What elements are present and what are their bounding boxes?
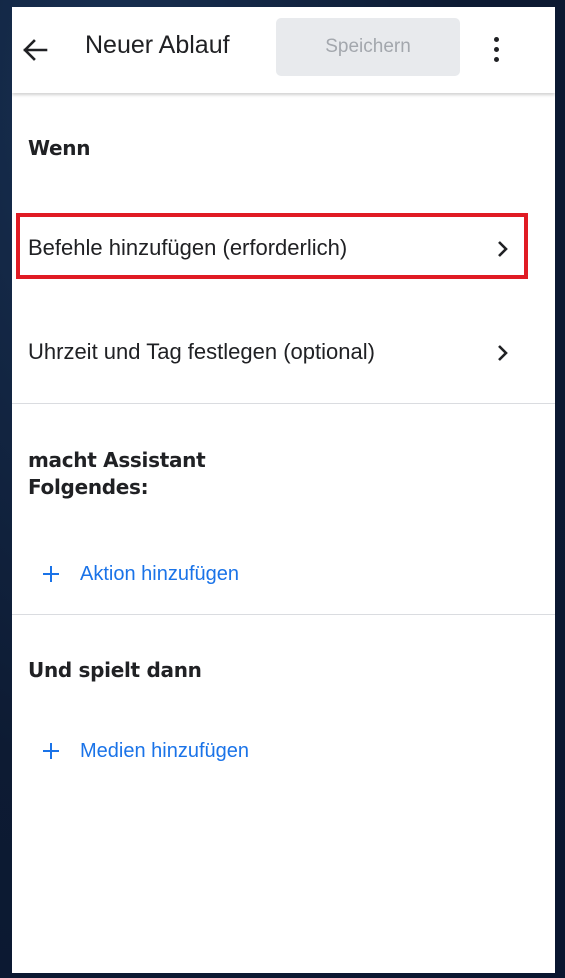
chevron-right-icon xyxy=(494,341,512,365)
add-commands-label: Befehle hinzufügen (erforderlich) xyxy=(28,235,348,260)
more-options-button[interactable] xyxy=(482,31,510,67)
add-action-label: Aktion hinzufügen xyxy=(80,562,240,585)
more-vert-icon xyxy=(493,36,499,42)
section-heading-when: Wenn xyxy=(28,136,91,160)
page-title: Neuer Ablauf xyxy=(85,31,230,59)
add-action-button[interactable]: Aktion hinzufügen xyxy=(42,557,239,591)
add-commands-row[interactable]: Befehle hinzufügen (erforderlich) xyxy=(12,219,555,279)
app-bar: Neuer Ablauf Speichern xyxy=(12,7,555,93)
section-heading-media: Und spielt dann xyxy=(28,658,202,682)
section-heading-actions-line2: Folgendes: xyxy=(28,475,149,499)
set-time-day-label: Uhrzeit und Tag festlegen (optional) xyxy=(28,339,375,364)
set-time-day-row[interactable]: Uhrzeit und Tag festlegen (optional) xyxy=(12,323,555,383)
phone-screen: Neuer Ablauf Speichern Wenn Befehle hinz… xyxy=(12,7,555,973)
back-button[interactable] xyxy=(18,33,52,67)
section-divider xyxy=(12,614,555,615)
chevron-right-icon xyxy=(494,237,512,261)
add-media-button[interactable]: Medien hinzufügen xyxy=(42,734,249,768)
plus-icon xyxy=(42,565,60,583)
section-heading-actions: macht Assistant Folgendes: xyxy=(28,447,206,501)
save-button[interactable]: Speichern xyxy=(276,18,460,76)
add-media-label: Medien hinzufügen xyxy=(80,739,250,762)
section-heading-actions-line1: macht Assistant xyxy=(28,448,206,472)
device-background: Neuer Ablauf Speichern Wenn Befehle hinz… xyxy=(0,0,565,978)
arrow-back-icon xyxy=(23,39,48,61)
plus-icon xyxy=(42,742,60,760)
section-divider xyxy=(12,403,555,404)
